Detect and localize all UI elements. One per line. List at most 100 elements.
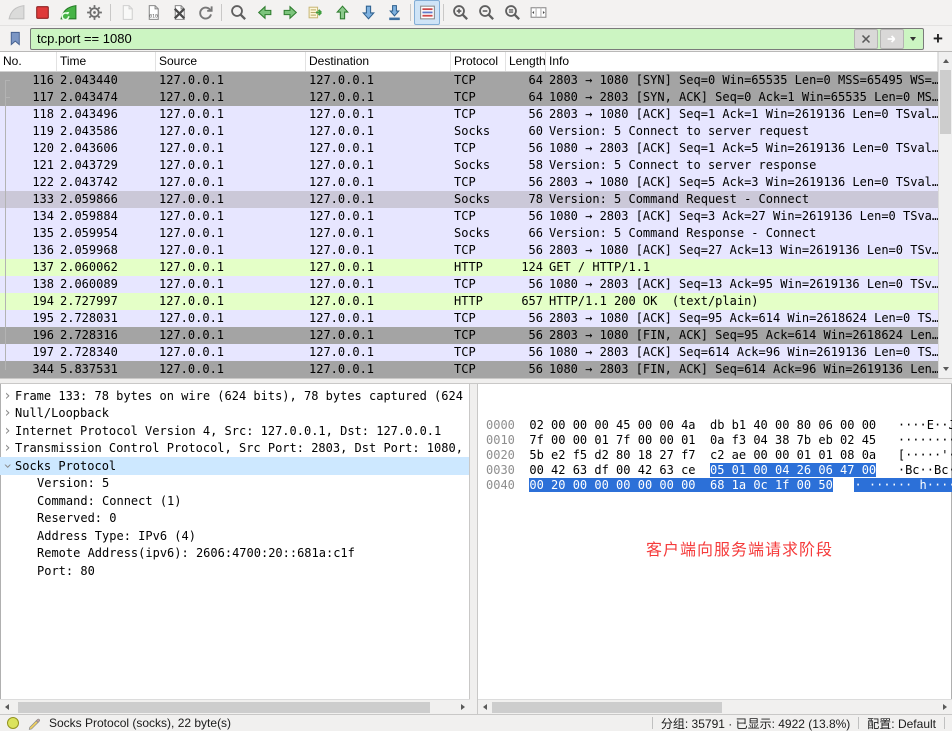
cell-protocol[interactable]: TCP — [451, 344, 506, 361]
cell-length[interactable]: 56 — [506, 174, 546, 191]
cell-time[interactable]: 2.043496 — [57, 106, 156, 123]
expert-info-icon[interactable] — [7, 717, 19, 729]
cell-time[interactable]: 2.043729 — [57, 157, 156, 174]
cell-info[interactable]: 1080 → 2803 [ACK] Seq=614 Ack=96 Win=261… — [546, 344, 938, 361]
cell-destination[interactable]: 127.0.0.1 — [306, 310, 451, 327]
cell-time[interactable]: 2.043474 — [57, 89, 156, 106]
detail-line[interactable]: ›Transmission Control Protocol, Src Port… — [0, 440, 469, 458]
collapse-icon[interactable]: › — [1, 458, 15, 473]
scroll-left-icon[interactable] — [0, 700, 14, 714]
cell-destination[interactable]: 127.0.0.1 — [306, 191, 451, 208]
cell-destination[interactable]: 127.0.0.1 — [306, 106, 451, 123]
cell-info[interactable]: 1080 → 2803 [ACK] Seq=1 Ack=5 Win=261913… — [546, 140, 938, 157]
hex-bytes[interactable]: 7f 00 00 01 7f 00 00 01 — [529, 433, 695, 447]
cell-time[interactable]: 5.837531 — [57, 361, 156, 378]
cell-info[interactable]: 2803 → 1080 [FIN, ACK] Seq=95 Ack=614 Wi… — [546, 327, 938, 344]
filter-dropdown-icon[interactable] — [906, 30, 920, 48]
cell-protocol[interactable]: Socks — [451, 157, 506, 174]
detail-line[interactable]: ›Null/Loopback — [0, 405, 469, 423]
cell-protocol[interactable]: TCP — [451, 242, 506, 259]
hex-row[interactable]: 0030 00 42 63 df 00 42 63 ce 05 01 00 04… — [486, 463, 952, 478]
packet-row[interactable]: 1382.060089127.0.0.1127.0.0.1TCP561080 →… — [0, 276, 938, 293]
packet-row[interactable]: 1332.059866127.0.0.1127.0.0.1Socks78Vers… — [0, 191, 938, 208]
cell-source[interactable]: 127.0.0.1 — [156, 327, 306, 344]
cell-source[interactable]: 127.0.0.1 — [156, 89, 306, 106]
column-header-time[interactable]: Time — [57, 52, 156, 71]
cell-info[interactable]: 2803 → 1080 [ACK] Seq=1 Ack=1 Win=261913… — [546, 106, 938, 123]
cell-no[interactable]: 121 — [0, 157, 57, 174]
cell-destination[interactable]: 127.0.0.1 — [306, 344, 451, 361]
hex-bytes[interactable]: 5b e2 f5 d2 80 18 27 f7 — [529, 448, 695, 462]
expand-icon[interactable]: › — [0, 441, 15, 455]
cell-time[interactable]: 2.727997 — [57, 293, 156, 310]
hex-row[interactable]: 0040 00 20 00 00 00 00 00 00 68 1a 0c 1f… — [486, 478, 952, 493]
cell-protocol[interactable]: TCP — [451, 276, 506, 293]
cell-destination[interactable]: 127.0.0.1 — [306, 242, 451, 259]
cell-time[interactable]: 2.043586 — [57, 123, 156, 140]
cell-source[interactable]: 127.0.0.1 — [156, 123, 306, 140]
zoom-in-icon[interactable] — [447, 0, 473, 25]
cell-time[interactable]: 2.060089 — [57, 276, 156, 293]
cell-destination[interactable]: 127.0.0.1 — [306, 259, 451, 276]
cell-no[interactable]: 118 — [0, 106, 57, 123]
cell-time[interactable]: 2.059866 — [57, 191, 156, 208]
cell-destination[interactable]: 127.0.0.1 — [306, 89, 451, 106]
cell-no[interactable]: 195 — [0, 310, 57, 327]
status-profile[interactable]: 配置: Default — [867, 715, 936, 731]
cell-info[interactable]: 2803 → 1080 [ACK] Seq=95 Ack=614 Win=261… — [546, 310, 938, 327]
cell-no[interactable]: 137 — [0, 259, 57, 276]
packet-row[interactable]: 3445.837531127.0.0.1127.0.0.1TCP561080 →… — [0, 361, 938, 378]
cell-no[interactable]: 197 — [0, 344, 57, 361]
cell-protocol[interactable]: HTTP — [451, 259, 506, 276]
restart-capture-icon[interactable] — [55, 0, 81, 25]
cell-source[interactable]: 127.0.0.1 — [156, 361, 306, 378]
go-forward-icon[interactable] — [277, 0, 303, 25]
cell-length[interactable]: 66 — [506, 225, 546, 242]
detail-line[interactable]: Port: 80 — [0, 562, 469, 580]
cell-destination[interactable]: 127.0.0.1 — [306, 208, 451, 225]
cell-info[interactable]: 2803 → 1080 [ACK] Seq=27 Ack=13 Win=2619… — [546, 242, 938, 259]
packet-row[interactable]: 1972.728340127.0.0.1127.0.0.1TCP561080 →… — [0, 344, 938, 361]
cell-protocol[interactable]: TCP — [451, 361, 506, 378]
hex-ascii[interactable]: ·Bc··Bc· — [898, 463, 952, 477]
hex-ascii[interactable]: ········ — [898, 433, 952, 447]
scroll-left-icon[interactable] — [478, 700, 492, 714]
cell-no[interactable]: 122 — [0, 174, 57, 191]
cell-time[interactable]: 2.728031 — [57, 310, 156, 327]
details-hscrollbar[interactable] — [0, 699, 470, 714]
go-first-icon[interactable] — [329, 0, 355, 25]
cell-source[interactable]: 127.0.0.1 — [156, 344, 306, 361]
cell-info[interactable]: HTTP/1.1 200 OK (text/plain) — [546, 293, 938, 310]
cell-no[interactable]: 135 — [0, 225, 57, 242]
scroll-right-icon[interactable] — [938, 700, 952, 714]
cell-protocol[interactable]: Socks — [451, 225, 506, 242]
cell-protocol[interactable]: TCP — [451, 208, 506, 225]
cell-no[interactable]: 133 — [0, 191, 57, 208]
display-filter-field[interactable]: tcp.port == 1080 — [30, 28, 924, 50]
column-header-protocol[interactable]: Protocol — [451, 52, 506, 71]
go-to-packet-icon[interactable] — [303, 0, 329, 25]
display-filter-input[interactable]: tcp.port == 1080 — [37, 31, 854, 46]
go-last-icon[interactable] — [355, 0, 381, 25]
cell-info[interactable]: 1080 → 2803 [ACK] Seq=3 Ack=27 Win=26191… — [546, 208, 938, 225]
resize-columns-icon[interactable] — [525, 0, 551, 25]
cell-info[interactable]: 1080 → 2803 [ACK] Seq=13 Ack=95 Win=2619… — [546, 276, 938, 293]
cell-no[interactable]: 120 — [0, 140, 57, 157]
cell-destination[interactable]: 127.0.0.1 — [306, 140, 451, 157]
expand-icon[interactable]: › — [0, 406, 15, 420]
cell-time[interactable]: 2.059968 — [57, 242, 156, 259]
detail-line[interactable]: ›Frame 133: 78 bytes on wire (624 bits),… — [0, 387, 469, 405]
cell-destination[interactable]: 127.0.0.1 — [306, 225, 451, 242]
packet-row[interactable]: 1962.728316127.0.0.1127.0.0.1TCP562803 →… — [0, 327, 938, 344]
cell-protocol[interactable]: TCP — [451, 327, 506, 344]
cell-no[interactable]: 138 — [0, 276, 57, 293]
cell-destination[interactable]: 127.0.0.1 — [306, 174, 451, 191]
packet-row[interactable]: 1352.059954127.0.0.1127.0.0.1Socks66Vers… — [0, 225, 938, 242]
auto-scroll-icon[interactable] — [381, 0, 407, 25]
scrollbar-thumb[interactable] — [940, 70, 951, 134]
cell-time[interactable]: 2.043440 — [57, 72, 156, 89]
cell-source[interactable]: 127.0.0.1 — [156, 276, 306, 293]
cell-source[interactable]: 127.0.0.1 — [156, 242, 306, 259]
cell-length[interactable]: 56 — [506, 327, 546, 344]
filter-add-button[interactable]: + — [927, 28, 949, 50]
